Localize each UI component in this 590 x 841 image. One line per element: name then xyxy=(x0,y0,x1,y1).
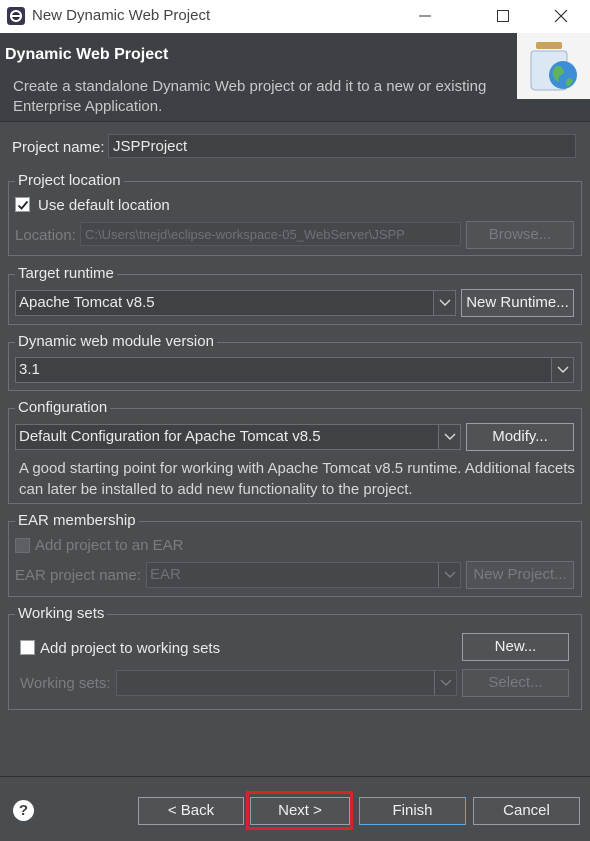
select-working-sets-button[interactable]: Select... xyxy=(462,669,569,697)
configuration-group-label: Configuration xyxy=(15,399,111,417)
chevron-down-icon xyxy=(438,563,460,587)
location-input[interactable] xyxy=(80,222,461,246)
add-to-ear-checkbox[interactable] xyxy=(15,538,30,553)
eclipse-app-icon xyxy=(7,7,25,25)
footer-separator xyxy=(0,776,590,777)
wizard-page-title: Dynamic Web Project xyxy=(5,46,169,63)
module-version-select[interactable]: 3.1 xyxy=(15,357,574,383)
chevron-down-icon xyxy=(433,291,455,315)
wizard-header: Dynamic Web Project Create a standalone … xyxy=(0,33,590,121)
module-version-value: 3.1 xyxy=(19,361,40,378)
wizard-banner xyxy=(517,33,590,99)
new-runtime-button[interactable]: New Runtime... xyxy=(461,289,574,317)
maximize-icon xyxy=(497,10,509,22)
close-icon xyxy=(554,9,568,23)
module-version-group-label: Dynamic web module version xyxy=(15,333,217,351)
add-to-working-sets-label: Add project to working sets xyxy=(40,640,221,657)
working-sets-select[interactable] xyxy=(116,670,457,696)
target-runtime-select[interactable]: Apache Tomcat v8.5 xyxy=(15,290,456,316)
configuration-select[interactable]: Default Configuration for Apache Tomcat … xyxy=(15,424,461,450)
working-sets-group-label: Working sets xyxy=(15,605,108,623)
configuration-value: Default Configuration for Apache Tomcat … xyxy=(19,428,321,445)
new-ear-project-button[interactable]: New Project... xyxy=(466,561,574,589)
use-default-location-label: Use default location xyxy=(38,197,170,214)
title-bar: New Dynamic Web Project xyxy=(0,0,590,33)
cancel-button[interactable]: Cancel xyxy=(473,797,580,825)
new-working-set-button[interactable]: New... xyxy=(462,633,569,661)
help-icon[interactable]: ? xyxy=(13,800,34,821)
minimize-button[interactable] xyxy=(405,3,445,29)
next-button-highlight xyxy=(246,791,353,830)
target-runtime-value: Apache Tomcat v8.5 xyxy=(19,294,155,311)
ear-project-name-select[interactable]: EAR xyxy=(146,562,461,588)
finish-button[interactable]: Finish xyxy=(359,797,466,825)
minimize-icon xyxy=(419,15,431,17)
use-default-location-checkbox[interactable] xyxy=(15,197,30,212)
window-title: New Dynamic Web Project xyxy=(32,7,211,24)
location-label: Location: xyxy=(15,227,76,244)
add-to-working-sets-checkbox[interactable] xyxy=(20,640,35,655)
working-sets-label: Working sets: xyxy=(20,675,111,692)
browse-button[interactable]: Browse... xyxy=(466,221,574,249)
chevron-down-icon xyxy=(551,358,573,382)
header-separator xyxy=(0,121,590,122)
project-location-group-label: Project location xyxy=(15,172,124,190)
modify-button[interactable]: Modify... xyxy=(466,423,574,451)
chevron-down-icon xyxy=(438,425,460,449)
close-button[interactable] xyxy=(541,3,581,29)
chevron-down-icon xyxy=(434,671,456,695)
ear-membership-group-label: EAR membership xyxy=(15,512,139,530)
web-project-jar-globe-icon xyxy=(530,42,577,91)
add-to-ear-label: Add project to an EAR xyxy=(35,537,184,554)
checkmark-icon xyxy=(17,200,29,210)
back-button[interactable]: < Back xyxy=(138,797,244,825)
target-runtime-group-label: Target runtime xyxy=(15,265,117,283)
project-name-input[interactable] xyxy=(108,134,576,158)
ear-project-name-label: EAR project name: xyxy=(15,567,141,584)
project-name-label: Project name: xyxy=(12,139,105,156)
wizard-page-description: Create a standalone Dynamic Web project … xyxy=(13,78,487,115)
maximize-button[interactable] xyxy=(483,3,523,29)
ear-project-name-value: EAR xyxy=(150,566,181,583)
configuration-description: A good starting point for working with A… xyxy=(19,460,575,498)
